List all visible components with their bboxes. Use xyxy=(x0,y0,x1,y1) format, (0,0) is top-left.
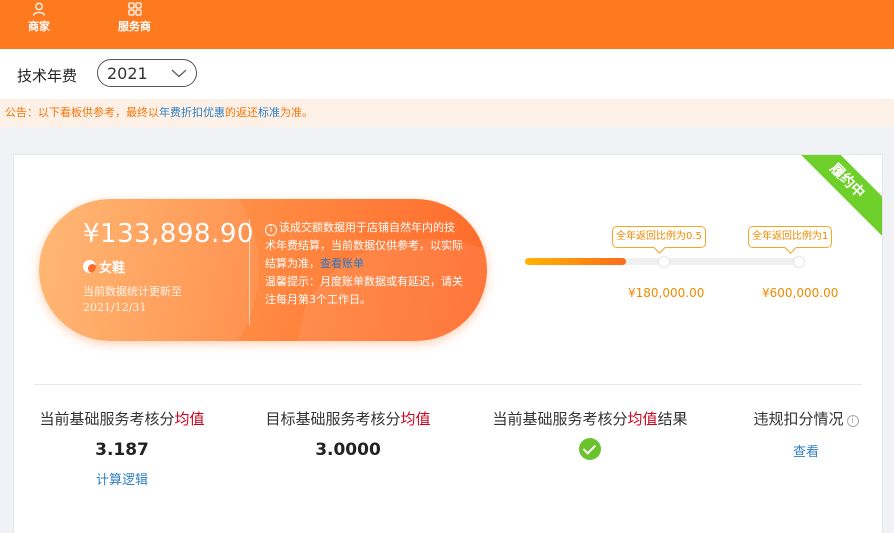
announcement-bar: 公告：以下看板供参考，最终以年费折扣优惠的返还标准为准。 xyxy=(0,99,894,127)
view-violations-link[interactable]: 查看 xyxy=(747,441,865,460)
metric-target-value: 3.0000 xyxy=(315,440,381,460)
metric-target-title-red: 均值 xyxy=(400,410,431,428)
pill-divider xyxy=(249,219,250,325)
metric-violations-title: 违规扣分情况 i xyxy=(747,408,865,429)
metric-score-result: 当前基础服务考核分均值结果 xyxy=(486,408,694,464)
nav-merchant[interactable]: 商家 xyxy=(28,2,50,34)
metric-target-score: 目标基础服务考核分均值 3.0000 xyxy=(260,408,436,460)
turnover-amount: ¥133,898.90 xyxy=(83,219,254,249)
tier-1-amount: ¥180,000.00 xyxy=(628,286,705,300)
metric-target-title: 目标基础服务考核分均值 xyxy=(260,408,436,429)
nav-service-provider-label: 服务商 xyxy=(118,20,151,33)
metric-current-value: 3.187 xyxy=(95,440,149,460)
metric-target-title-text: 目标基础服务考核分 xyxy=(265,410,401,428)
metric-result-title-red: 均值 xyxy=(627,410,658,428)
view-bill-link[interactable]: 查看账单 xyxy=(320,257,364,270)
shop-logo-icon xyxy=(83,260,96,273)
tier-1-ratio-tag: 全年返回比例为0.5 xyxy=(612,226,706,248)
notice-middle: 的返还 xyxy=(225,106,258,119)
update-text: 当前数据统计更新至 xyxy=(83,285,182,298)
grid-icon xyxy=(127,2,142,16)
metric-current-score: 当前基础服务考核分均值 3.187 计算逻辑 xyxy=(34,408,210,488)
metric-violations: 违规扣分情况 i 查看 xyxy=(747,408,865,460)
tier-node-1 xyxy=(658,256,670,268)
shop-name: 女鞋 xyxy=(99,261,126,276)
year-select[interactable]: 2021 xyxy=(97,59,197,87)
update-info: 当前数据统计更新至 2021/12/31 xyxy=(83,284,182,316)
top-navigation-bar: 商家 服务商 xyxy=(0,0,894,49)
turnover-info: i 该成交额数据用于店铺自然年内的技术年费结算，当前数据仅供参考，以实际结算为准，… xyxy=(265,219,465,309)
pass-check-icon xyxy=(579,438,601,460)
tier-2-ratio-tag: 全年返回比例为1 xyxy=(748,226,833,248)
user-icon xyxy=(32,2,46,16)
metric-current-title-text: 当前基础服务考核分 xyxy=(39,410,175,428)
notice-prefix: 公告：以下看板供参考，最终以 xyxy=(5,106,159,119)
nav-merchant-label: 商家 xyxy=(28,20,50,33)
metric-current-title: 当前基础服务考核分均值 xyxy=(34,408,210,429)
notice-standard: 标准 xyxy=(258,106,280,119)
notice-suffix: 为准。 xyxy=(280,106,313,119)
update-date: 2021/12/31 xyxy=(83,301,147,314)
metric-current-title-red: 均值 xyxy=(174,410,205,428)
info-text-1: 该成交额数据用于店铺自然年内的技术年费结算，当前数据仅供参考，以实际结算为准， xyxy=(265,221,463,270)
metric-result-title: 当前基础服务考核分均值结果 xyxy=(486,408,694,429)
section-divider xyxy=(34,384,862,385)
year-select-value: 2021 xyxy=(107,63,148,83)
year-filter-bar: 技术年费 2021 xyxy=(0,49,894,99)
progress-fill xyxy=(525,258,626,265)
metric-result-title-suffix: 结果 xyxy=(657,410,688,428)
nav-service-provider[interactable]: 服务商 xyxy=(118,2,151,34)
status-ribbon: 履约中 xyxy=(791,155,882,237)
notice-discount-link[interactable]: 年费折扣优惠 xyxy=(159,106,225,119)
tier-2-amount: ¥600,000.00 xyxy=(762,286,839,300)
shop-name-row: 女鞋 xyxy=(83,257,125,276)
info-icon[interactable]: i xyxy=(846,415,859,427)
info-text-2: 温馨提示：月度账单数据或有延迟，请关注每月第3个工作日。 xyxy=(265,275,463,306)
tier-node-2 xyxy=(793,256,805,268)
metric-result-title-text: 当前基础服务考核分 xyxy=(492,410,628,428)
chevron-down-icon xyxy=(171,69,187,78)
turnover-summary-pill: ¥133,898.90 女鞋 当前数据统计更新至 2021/12/31 i 该成交… xyxy=(39,199,487,341)
calc-logic-link[interactable]: 计算逻辑 xyxy=(34,469,210,488)
metric-violations-title-text: 违规扣分情况 xyxy=(753,410,844,428)
tech-fee-label: 技术年费 xyxy=(17,67,78,85)
annual-fee-card: 履约中 ¥133,898.90 女鞋 当前数据统计更新至 2021/12/31 … xyxy=(13,154,883,533)
info-icon: i xyxy=(265,224,277,236)
